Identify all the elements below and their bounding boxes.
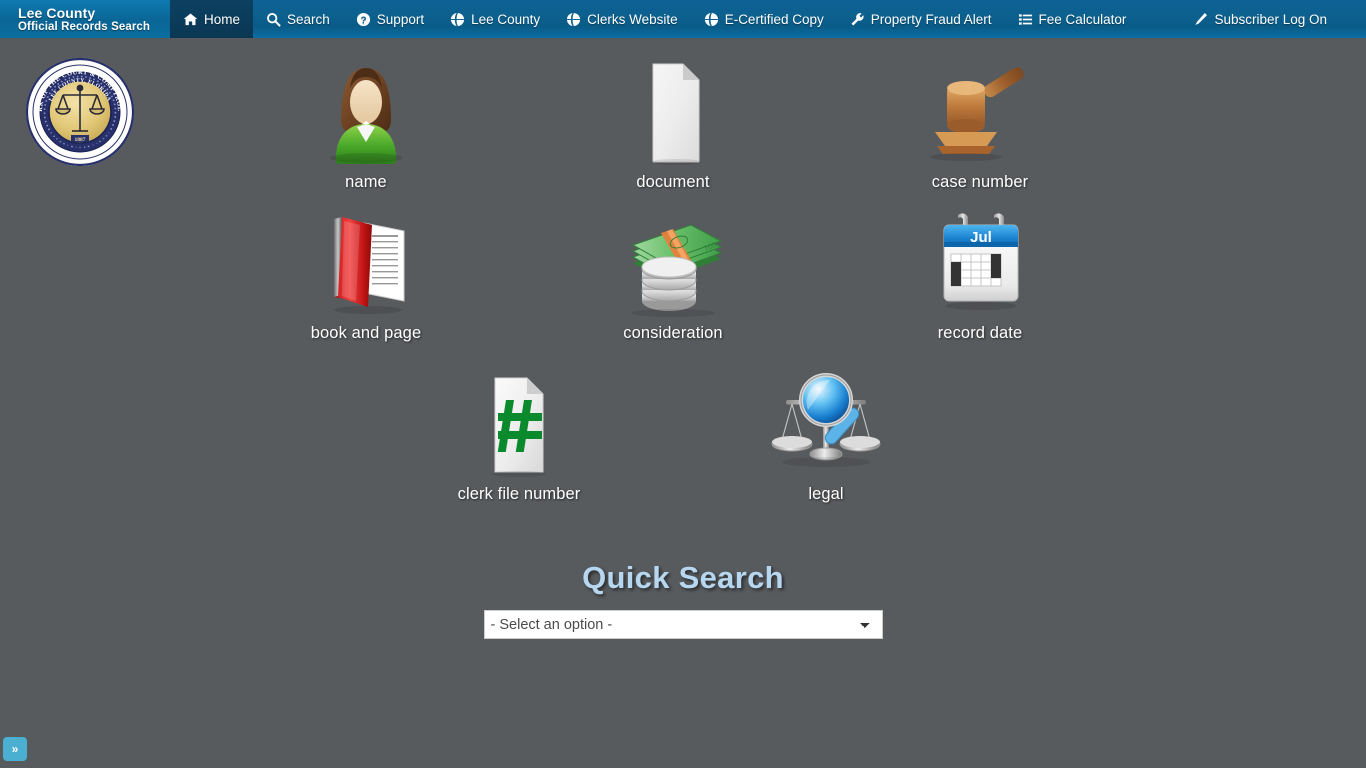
globe-icon [566,12,581,27]
grid-row-2: book and page 100 consideration Jul reco… [0,208,1366,378]
nav-item-lee-county[interactable]: Lee County [437,0,553,38]
nav-item-label: Support [376,11,425,27]
search-category-grid: name document case number book and page … [0,38,1366,548]
home-icon [183,12,198,27]
brand-line-1: Lee County [18,5,96,22]
money-coins-icon: 100 [573,199,773,317]
question-circle-icon: ? [356,12,371,27]
nav-item-label: Subscriber Log On [1214,11,1327,27]
tile-legal[interactable]: legal [726,360,926,504]
document-icon [573,48,773,166]
tile-name[interactable]: name [266,48,466,192]
tile-label: record date [937,324,1023,342]
tile-consideration[interactable]: 100 consideration [573,199,773,343]
tile-case-number[interactable]: case number [880,48,1080,192]
hash-document-icon [419,360,619,478]
red-book-icon [266,199,466,317]
tile-label: case number [931,173,1029,191]
nav-item-label: E-Certified Copy [724,11,824,27]
nav-item-label: Property Fraud Alert [870,11,992,27]
pencil-icon [1193,12,1208,27]
quick-search-section: Quick Search - Select an option - [0,560,1366,639]
nav-item-fee-calculator[interactable]: Fee Calculator [1005,0,1140,38]
gavel-icon [880,48,1080,166]
nav-right-group: Subscriber Log On [1180,0,1366,38]
globe-icon [450,12,465,27]
nav-item-label: Search [287,11,330,27]
calendar-month-label: Jul [970,229,992,246]
nav-item-clerks-website[interactable]: Clerks Website [553,0,691,38]
nav-item-label: Clerks Website [587,11,678,27]
nav-item-subscriber-log-on[interactable]: Subscriber Log On [1180,0,1340,38]
nav-item-label: Home [204,11,241,27]
nav-item-label: Fee Calculator [1038,11,1127,27]
sidebar-expand-toggle[interactable]: » [3,737,27,761]
nav-item-search[interactable]: Search [253,0,343,38]
top-navigation-bar: Lee County Official Records Search Home … [0,0,1366,38]
nav-item-property-fraud-alert[interactable]: Property Fraud Alert [837,0,1005,38]
nav-item-home[interactable]: Home [170,0,254,38]
tile-document[interactable]: document [573,48,773,192]
wrench-icon [850,12,865,27]
tile-label: clerk file number [457,485,581,503]
svg-text:?: ? [360,15,366,26]
tile-clerk-file-number[interactable]: clerk file number [419,360,619,504]
tile-book-and-page[interactable]: book and page [266,199,466,343]
nav-item-e-certified-copy[interactable]: E-Certified Copy [691,0,837,38]
list-icon [1018,12,1033,27]
tile-record-date[interactable]: Jul record date [880,199,1080,343]
chevron-double-right-icon: » [11,742,19,756]
tile-label: consideration [623,324,723,342]
tile-label: name [345,173,387,191]
tile-label: book and page [310,324,422,342]
search-icon [266,12,281,27]
nav-item-label: Lee County [471,11,541,27]
grid-row-1: name document case number [0,38,1366,208]
person-icon [266,48,466,166]
globe-icon [704,12,719,27]
calendar-icon: Jul [880,199,1080,317]
quick-search-select[interactable]: - Select an option - [483,610,883,639]
brand-line-2: Official Records Search [18,21,151,34]
nav-links: Home Search ? Support Lee County Clerks … [170,0,1366,38]
nav-item-support[interactable]: ? Support [343,0,437,38]
quick-search-title: Quick Search [582,560,784,595]
scales-magnifier-icon [726,360,926,478]
tile-label: document [636,173,710,191]
brand-block[interactable]: Lee County Official Records Search [0,0,170,38]
tile-label: legal [808,485,844,503]
grid-row-3: clerk file number legal [0,373,1366,548]
